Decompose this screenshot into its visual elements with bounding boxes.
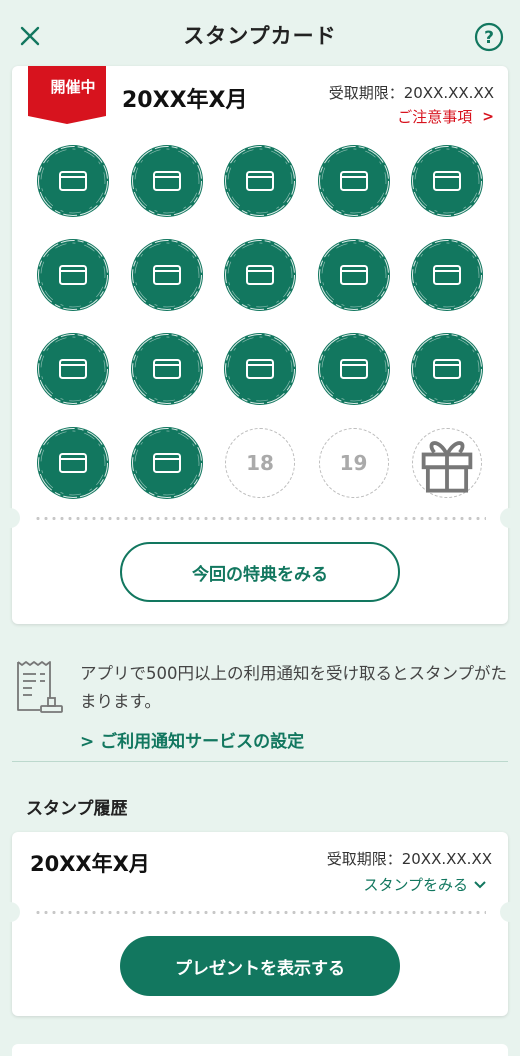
top-bar: スタンプカード ? — [0, 0, 520, 70]
stamp-grid: 18 19 — [36, 144, 484, 500]
card-perforation — [4, 508, 516, 528]
status-badge: 開催中 — [50, 78, 96, 96]
card-icon — [37, 145, 109, 217]
notification-settings-link[interactable]: > ご利用通知サービスの設定 — [80, 727, 304, 752]
next-history-card — [12, 1044, 508, 1056]
page-title: スタンプカード — [183, 24, 337, 48]
card-icon — [130, 145, 203, 217]
stamp-slot-number: 18 — [225, 428, 295, 498]
chevron-right-icon: > — [482, 108, 494, 125]
card-icon — [224, 145, 296, 217]
show-present-button[interactable]: プレゼントを表示する — [120, 936, 400, 996]
stamp-filled — [223, 332, 297, 406]
stamp-filled — [36, 332, 110, 406]
stamp-filled — [223, 144, 297, 218]
divider — [12, 761, 508, 762]
card-icon — [130, 239, 203, 311]
history-perforation — [4, 902, 516, 922]
stamp-filled — [130, 332, 204, 406]
card-icon — [411, 239, 483, 311]
stamp-filled — [130, 238, 204, 312]
stamp-filled — [317, 332, 391, 406]
stamp-filled — [317, 238, 391, 312]
stamp-slot-reward — [410, 426, 484, 500]
card-icon — [37, 427, 109, 499]
history-period: 20XX年X月 — [30, 852, 150, 876]
notice-label: ご注意事項 — [397, 108, 473, 126]
stamp-filled — [130, 426, 204, 500]
card-icon — [37, 333, 109, 405]
status-ribbon: 開催中 — [28, 66, 118, 124]
card-icon — [130, 333, 203, 405]
history-deadline: 受取期限：20XX.XX.XX — [326, 850, 492, 868]
stamp-filled — [410, 144, 484, 218]
stamp-filled — [130, 144, 204, 218]
stamp-card: 開催中 20XX年X月 受取期限：20XX.XX.XX ご注意事項 > 18 19… — [4, 66, 516, 624]
history-title: スタンプ履歴 — [26, 799, 128, 819]
view-stamps-link[interactable]: スタンプをみる — [363, 874, 486, 895]
card-icon — [411, 145, 483, 217]
notice-link[interactable]: ご注意事項 > — [397, 106, 494, 127]
view-stamps-label: スタンプをみる — [363, 876, 468, 894]
stamp-filled — [410, 238, 484, 312]
stamp-filled — [317, 144, 391, 218]
card-icon — [317, 239, 390, 311]
history-card: 20XX年X月 受取期限：20XX.XX.XX スタンプをみる プレゼントを表示… — [4, 832, 516, 1016]
chevron-down-icon — [474, 880, 486, 888]
card-icon — [224, 239, 296, 311]
receipt-stamp-icon — [17, 661, 63, 713]
svg-text:?: ? — [484, 28, 494, 48]
card-icon — [411, 333, 483, 405]
info-text: アプリで500円以上の利用通知を受け取るとスタンプがたまります。 — [80, 664, 507, 711]
stamp-filled — [36, 426, 110, 500]
help-icon[interactable]: ? — [474, 22, 504, 52]
stamp-slot-number: 19 — [318, 428, 389, 498]
stamp-slot-empty: 18 — [223, 426, 297, 500]
card-icon — [130, 427, 203, 499]
card-icon — [224, 333, 296, 405]
stamp-filled — [36, 238, 110, 312]
stamp-filled — [223, 238, 297, 312]
card-icon — [37, 239, 109, 311]
chevron-right-icon: > — [80, 732, 95, 752]
card-deadline: 受取期限：20XX.XX.XX — [328, 84, 494, 102]
notification-settings-label: ご利用通知サービスの設定 — [100, 732, 305, 752]
card-icon — [317, 333, 390, 405]
card-period: 20XX年X月 — [122, 88, 248, 113]
close-icon[interactable] — [14, 20, 46, 52]
stamp-slot-empty: 19 — [317, 426, 391, 500]
view-benefit-button[interactable]: 今回の特典をみる — [120, 542, 400, 602]
stamp-filled — [36, 144, 110, 218]
gift-icon — [412, 428, 482, 498]
stamp-filled — [410, 332, 484, 406]
card-icon — [317, 145, 390, 217]
